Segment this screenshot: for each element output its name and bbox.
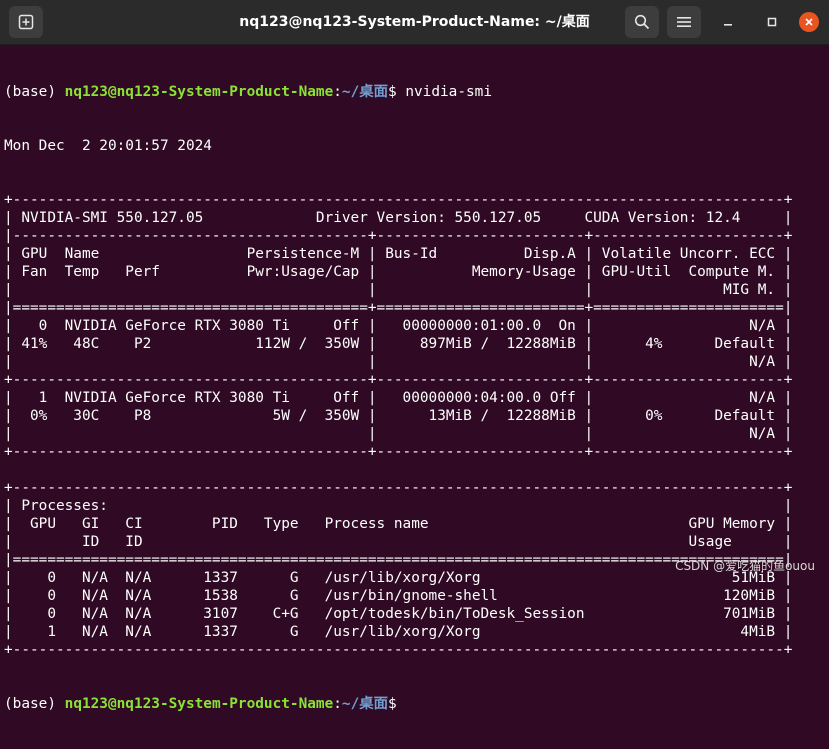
- window-title: nq123@nq123-System-Product-Name: ~/桌面: [239, 14, 590, 30]
- nvidia-smi-output: +---------------------------------------…: [4, 191, 829, 659]
- output-line: +---------------------------------------…: [4, 192, 793, 208]
- output-line: | | | N/A |: [4, 354, 793, 370]
- prompt-path: ~/桌面: [341, 84, 389, 100]
- prompt-separator: :: [333, 696, 342, 712]
- terminal-window: nq123@nq123-System-Product-Name: ~/桌面 (b…: [0, 0, 829, 712]
- output-line: | | | MIG M. |: [4, 282, 793, 298]
- watermark: CSDN @爱吃猫的鱼ouou: [675, 559, 815, 573]
- output-line: | 0 NVIDIA GeForce RTX 3080 Ti Off | 000…: [4, 318, 793, 334]
- date-line: Mon Dec 2 20:01:57 2024: [4, 138, 212, 154]
- output-line: | 41% 48C P2 112W / 350W | 897MiB / 1228…: [4, 336, 793, 352]
- output-line: |---------------------------------------…: [4, 228, 793, 244]
- search-button[interactable]: [625, 6, 659, 38]
- prompt-line-current: (base) nq123@nq123-System-Product-Name:~…: [4, 695, 829, 713]
- prompt-separator: :: [333, 84, 342, 100]
- menu-button[interactable]: [667, 6, 701, 38]
- hamburger-menu-icon: [677, 17, 691, 27]
- maximize-button[interactable]: [762, 12, 782, 32]
- output-line: | Processes: |: [4, 498, 793, 514]
- prompt-user-host: nq123@nq123-System-Product-Name: [64, 696, 334, 712]
- minimize-button[interactable]: [718, 12, 738, 32]
- maximize-icon: [767, 17, 777, 27]
- output-line: | Fan Temp Perf Pwr:Usage/Cap | Memory-U…: [4, 264, 793, 280]
- output-line: | 1 N/A N/A 1337 G /usr/lib/xorg/Xorg 4M…: [4, 624, 793, 640]
- output-line: | 0% 30C P8 5W / 350W | 13MiB / 12288MiB…: [4, 408, 793, 424]
- prompt-line: (base) nq123@nq123-System-Product-Name:~…: [4, 83, 829, 101]
- command-text: nvidia-smi: [405, 84, 492, 100]
- prompt-sign: $: [388, 84, 406, 100]
- output-line: +---------------------------------------…: [4, 642, 793, 658]
- prompt-path: ~/桌面: [341, 696, 389, 712]
- search-icon: [634, 14, 650, 30]
- output-line: | 0 N/A N/A 1538 G /usr/bin/gnome-shell …: [4, 588, 793, 604]
- close-icon: [805, 18, 813, 26]
- output-line: +---------------------------------------…: [4, 480, 793, 496]
- prompt-user-host: nq123@nq123-System-Product-Name: [64, 84, 334, 100]
- output-line: | GPU Name Persistence-M | Bus-Id Disp.A…: [4, 246, 793, 262]
- conda-env: (base): [4, 696, 65, 712]
- output-line: +---------------------------------------…: [4, 444, 793, 460]
- prompt-sign: $: [388, 696, 397, 712]
- output-line: | 1 NVIDIA GeForce RTX 3080 Ti Off | 000…: [4, 390, 793, 406]
- output-line: | 0 N/A N/A 3107 C+G /opt/todesk/bin/ToD…: [4, 606, 793, 622]
- output-line: |=======================================…: [4, 300, 793, 316]
- output-line: | NVIDIA-SMI 550.127.05 Driver Version: …: [4, 210, 793, 226]
- close-button[interactable]: [799, 12, 819, 32]
- output-line: | GPU GI CI PID Type Process name GPU Me…: [4, 516, 793, 532]
- minimize-icon: [724, 24, 732, 26]
- conda-env: (base): [4, 84, 65, 100]
- output-line: | ID ID Usage |: [4, 534, 793, 550]
- terminal-output[interactable]: (base) nq123@nq123-System-Product-Name:~…: [4, 47, 829, 712]
- output-line: +---------------------------------------…: [4, 372, 793, 388]
- title-bar[interactable]: nq123@nq123-System-Product-Name: ~/桌面: [0, 0, 829, 45]
- output-line: | | | N/A |: [4, 426, 793, 442]
